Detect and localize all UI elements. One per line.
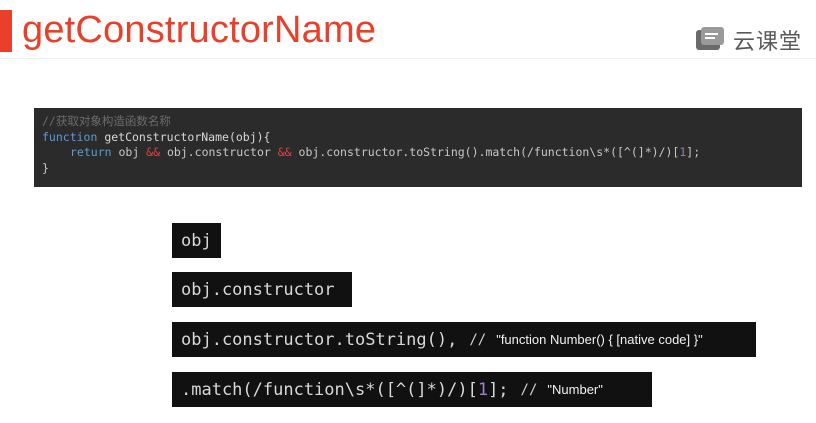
code-obj-constructor: obj.constructor <box>160 145 278 159</box>
code-function-signature: getConstructorName(obj){ <box>97 129 271 144</box>
snippet-match-index: 1 <box>477 379 489 400</box>
title-divider <box>0 58 816 59</box>
code-block: //获取对象构造函数名称 function getConstructorName… <box>34 108 802 187</box>
snippet-obj-text: obj <box>181 230 212 251</box>
code-match-expression: obj.constructor.toString().match(/functi… <box>291 145 680 159</box>
snippet-obj-constructor-text: obj.constructor <box>181 279 335 300</box>
brand-name: 云课堂 <box>732 30 802 55</box>
slide-title: getConstructorName <box>22 9 377 51</box>
code-comment: //获取对象构造函数名称 <box>42 114 171 128</box>
snippet-match: .match(/function\s*([^(]*)/)[1]; // "Numbe… <box>172 372 652 407</box>
cloud-classroom-logo-icon <box>695 27 724 50</box>
code-keyword-return: return <box>70 145 112 159</box>
snippet-tostring-result: "function Number() { [native code] }" <box>496 332 703 347</box>
code-and-operator: && <box>146 145 161 159</box>
snippet-obj-constructor: obj.constructor <box>172 272 352 307</box>
snippet-obj: obj <box>172 223 221 258</box>
snippet-tostring-code: obj.constructor.toString(), <box>181 329 458 350</box>
code-closing: ]; <box>686 145 701 159</box>
title-accent-bar <box>0 10 12 52</box>
code-and-operator: && <box>277 145 292 159</box>
code-keyword-function: function <box>42 129 98 144</box>
snippet-match-comment-marker: // <box>520 381 538 398</box>
code-closing-brace: } <box>42 160 49 175</box>
snippet-tostring-comment-marker: // <box>469 331 487 348</box>
brand-logo: 云课堂 <box>695 24 802 56</box>
code-obj: obj <box>111 145 147 159</box>
snippet-match-closing: ]; <box>488 379 509 400</box>
snippet-match-result: "Number" <box>547 382 603 397</box>
snippet-match-code: .match(/function\s*([^(]*)/)[ <box>181 379 478 400</box>
snippet-tostring: obj.constructor.toString(), // "function N… <box>172 322 756 357</box>
